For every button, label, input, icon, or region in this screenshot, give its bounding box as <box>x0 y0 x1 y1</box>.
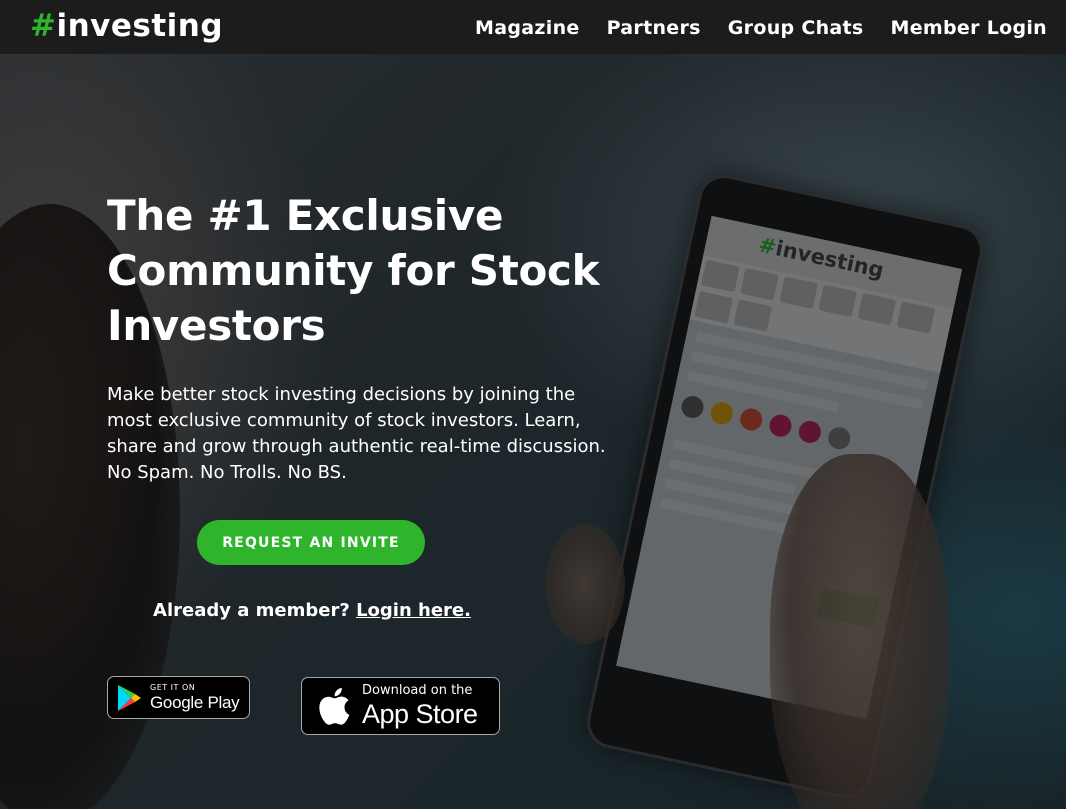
hero-description: Make better stock investing decisions by… <box>107 384 606 483</box>
app-store-small-text: Download on the <box>362 683 473 698</box>
nav-group-chats[interactable]: Group Chats <box>728 15 864 41</box>
google-play-text: GET IT ON Google Play <box>150 682 240 713</box>
logo-text: investing <box>56 8 224 44</box>
google-play-badge[interactable]: GET IT ON Google Play <box>107 676 250 719</box>
google-play-small-text: GET IT ON <box>150 682 196 692</box>
nav-member-login[interactable]: Member Login <box>891 15 1047 41</box>
member-login-prompt: Already a member? Login here. <box>107 600 517 621</box>
google-play-big-text: Google Play <box>150 692 240 712</box>
logo-hash: # <box>30 8 57 44</box>
apple-icon <box>319 687 350 725</box>
nav-partners[interactable]: Partners <box>607 15 701 41</box>
member-prompt-text: Already a member? <box>153 600 350 621</box>
site-logo[interactable]: #investing <box>30 6 223 46</box>
nav-magazine[interactable]: Magazine <box>475 15 580 41</box>
app-store-text: Download on the App Store <box>362 683 478 729</box>
main-nav: Magazine Partners Group Chats Member Log… <box>475 15 1047 41</box>
request-invite-button[interactable]: REQUEST AN INVITE <box>197 520 425 565</box>
app-store-badge[interactable]: Download on the App Store <box>301 677 500 735</box>
app-store-big-text: App Store <box>362 699 478 729</box>
login-here-link[interactable]: Login here. <box>356 600 471 621</box>
google-play-icon <box>118 684 141 711</box>
top-navigation: #investing Magazine Partners Group Chats… <box>0 0 1066 54</box>
hero-headline: The #1 Exclusive Community for Stock Inv… <box>107 191 600 350</box>
